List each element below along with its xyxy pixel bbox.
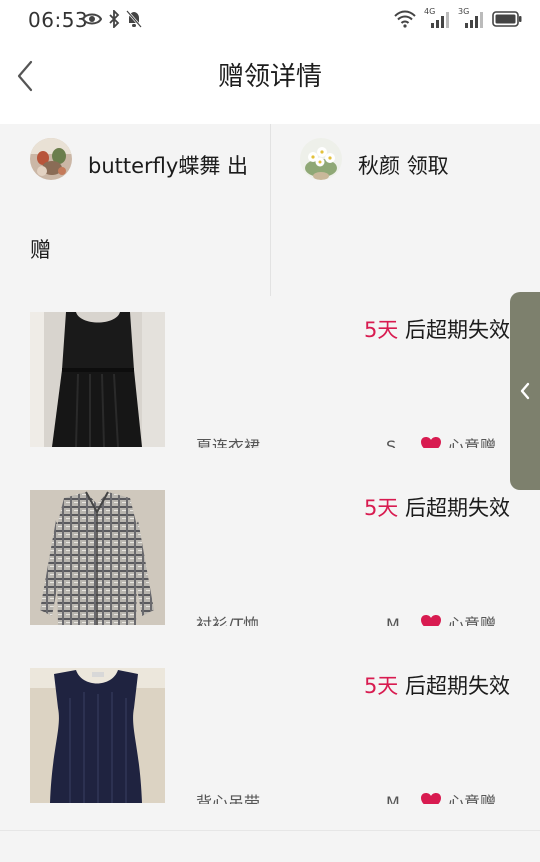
status-time: 06:53 bbox=[28, 8, 89, 32]
receiver-name[interactable]: 秋颜 bbox=[358, 154, 400, 178]
giver-avatar[interactable] bbox=[30, 138, 72, 180]
gift-item[interactable]: 5天 后超期失效 衬衫/T恤 M 心意赠 bbox=[0, 474, 540, 653]
item-thumbnail[interactable] bbox=[30, 668, 165, 803]
expiry-days: 5天 bbox=[363, 674, 399, 698]
item-meta: 背心吊带 M 心意赠 bbox=[196, 788, 510, 804]
item-meta: 夏连衣裙 S 心意赠 bbox=[196, 432, 510, 448]
gift-item[interactable]: 5天 后超期失效 背心吊带 M 心意赠 bbox=[0, 652, 540, 831]
giver-info: butterfly蝶舞 出 bbox=[88, 124, 248, 208]
battery-icon bbox=[492, 11, 522, 27]
status-icons-right: 4G 3G bbox=[394, 7, 522, 28]
heart-icon bbox=[421, 437, 441, 448]
expiry-days: 5天 bbox=[363, 318, 399, 342]
expiry-text: 后超期失效 bbox=[398, 318, 510, 342]
receiver-info: 秋颜 领取 bbox=[358, 124, 449, 208]
item-name: 衬衫/T恤 bbox=[196, 615, 260, 626]
item-tag: 心意赠 bbox=[448, 437, 497, 448]
signal-4g-icon: 4G bbox=[424, 7, 450, 28]
party-divider bbox=[270, 124, 271, 296]
expiry-text: 后超期失效 bbox=[398, 496, 510, 520]
item-size: M bbox=[386, 615, 400, 626]
expiry-notice: 5天 后超期失效 bbox=[364, 314, 510, 344]
chevron-left-icon bbox=[520, 382, 530, 400]
expiry-notice: 5天 后超期失效 bbox=[364, 492, 510, 522]
bluetooth-icon bbox=[109, 10, 120, 28]
item-thumbnail[interactable] bbox=[30, 312, 165, 447]
item-name: 背心吊带 bbox=[196, 793, 261, 804]
transfer-parties: butterfly蝶舞 出 赠 秋颜 领取 bbox=[0, 124, 540, 297]
signal-3g-icon: 3G bbox=[458, 7, 484, 28]
giver-action: 出 bbox=[227, 154, 249, 178]
expiry-notice: 5天 后超期失效 bbox=[364, 670, 510, 700]
item-meta: 衬衫/T恤 M 心意赠 bbox=[196, 610, 510, 626]
heart-icon bbox=[421, 615, 441, 626]
giver-action-wrap: 赠 bbox=[30, 238, 51, 262]
expiry-text: 后超期失效 bbox=[398, 674, 510, 698]
item-name: 夏连衣裙 bbox=[196, 437, 261, 448]
bell-off-icon bbox=[126, 10, 142, 28]
expiry-days: 5天 bbox=[363, 496, 399, 520]
status-icons-left bbox=[82, 10, 142, 28]
receiver-action: 领取 bbox=[406, 154, 449, 178]
item-thumbnail[interactable] bbox=[30, 490, 165, 625]
eye-icon bbox=[82, 13, 102, 25]
item-size: M bbox=[386, 793, 400, 804]
gift-item[interactable]: 5天 后超期失效 夏连衣裙 S 心意赠 bbox=[0, 296, 540, 475]
header-bar: 赠领详情 bbox=[0, 40, 540, 124]
status-bar: 06:53 4G 3G bbox=[0, 0, 540, 40]
item-size: S bbox=[386, 437, 397, 448]
page-title: 赠领详情 bbox=[217, 62, 322, 92]
heart-icon bbox=[421, 793, 441, 804]
giver-name[interactable]: butterfly蝶舞 bbox=[88, 154, 220, 178]
item-tag: 心意赠 bbox=[448, 615, 497, 626]
wifi-icon bbox=[394, 10, 416, 28]
side-drawer-handle[interactable] bbox=[510, 292, 540, 490]
receiver-avatar[interactable] bbox=[300, 138, 342, 180]
item-tag: 心意赠 bbox=[448, 793, 497, 804]
